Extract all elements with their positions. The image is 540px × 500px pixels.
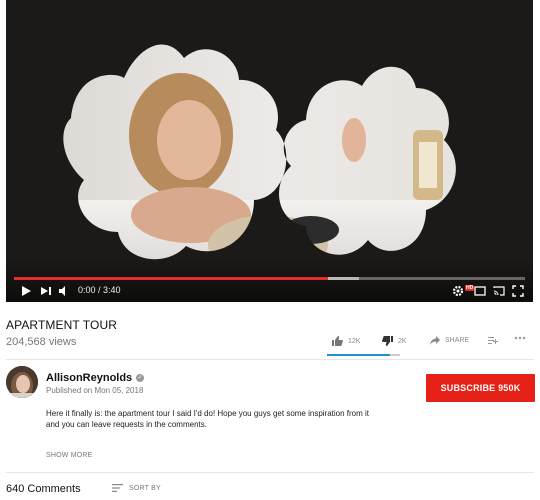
divider	[6, 472, 534, 473]
avatar-image	[6, 366, 38, 398]
divider	[6, 359, 534, 360]
miniplayer-button[interactable]	[474, 284, 486, 298]
sentiment-bar	[327, 354, 400, 356]
channel-avatar[interactable]	[6, 366, 38, 398]
sort-label: SORT BY	[129, 484, 161, 492]
play-button[interactable]	[20, 284, 32, 298]
show-more-button[interactable]: SHOW MORE	[46, 452, 93, 459]
sort-comments-button[interactable]: SORT BY	[112, 484, 161, 492]
settings-button[interactable]	[452, 284, 464, 298]
cast-button[interactable]	[493, 284, 505, 298]
subscribe-button[interactable]: SUBSCRIBE 950K	[426, 374, 535, 402]
miniplayer-icon	[474, 286, 486, 296]
skip-next-icon	[41, 287, 51, 295]
dislike-button[interactable]: 2K	[382, 336, 407, 346]
comments-count: 640 Comments	[6, 483, 81, 495]
share-label: SHARE	[445, 337, 470, 344]
volume-icon	[59, 286, 65, 296]
publish-date: Published on Mon 05, 2018	[46, 386, 144, 395]
video-player[interactable]: 0:00 / 3:40 HD	[6, 0, 533, 302]
video-actions: 12K 2K SHARE	[0, 336, 540, 352]
next-button[interactable]	[40, 284, 52, 298]
progress-bar[interactable]	[14, 277, 525, 280]
playlist-add-icon	[488, 337, 498, 344]
verified-icon: ✓	[136, 374, 144, 382]
time-display: 0:00 / 3:40	[78, 285, 121, 295]
channel-name[interactable]: AllisonReynolds	[46, 372, 132, 384]
played-bar	[14, 277, 329, 280]
play-icon	[22, 286, 31, 296]
more-actions-button[interactable]	[514, 336, 526, 340]
volume-button[interactable]	[58, 284, 70, 298]
share-button[interactable]: SHARE	[430, 336, 469, 345]
more-horiz-icon	[514, 336, 526, 340]
video-description: Here it finally is: the apartment tour I…	[46, 409, 370, 429]
sentiment-likes	[327, 354, 390, 356]
like-button[interactable]: 12K	[332, 336, 360, 346]
thumbs-up-icon	[332, 336, 343, 346]
like-count: 12K	[348, 337, 361, 345]
video-title: APARTMENT TOUR	[6, 318, 117, 332]
hd-badge: HD	[465, 285, 475, 291]
dislike-count: 2K	[398, 337, 407, 345]
gear-icon	[452, 285, 464, 297]
cast-icon	[493, 286, 505, 296]
video-frame	[6, 0, 533, 302]
thumbs-down-icon	[382, 336, 393, 346]
fullscreen-icon	[512, 285, 524, 297]
share-icon	[430, 336, 440, 345]
sort-icon	[112, 484, 123, 492]
fullscreen-button[interactable]	[512, 284, 524, 298]
add-to-playlist-button[interactable]	[488, 336, 498, 345]
